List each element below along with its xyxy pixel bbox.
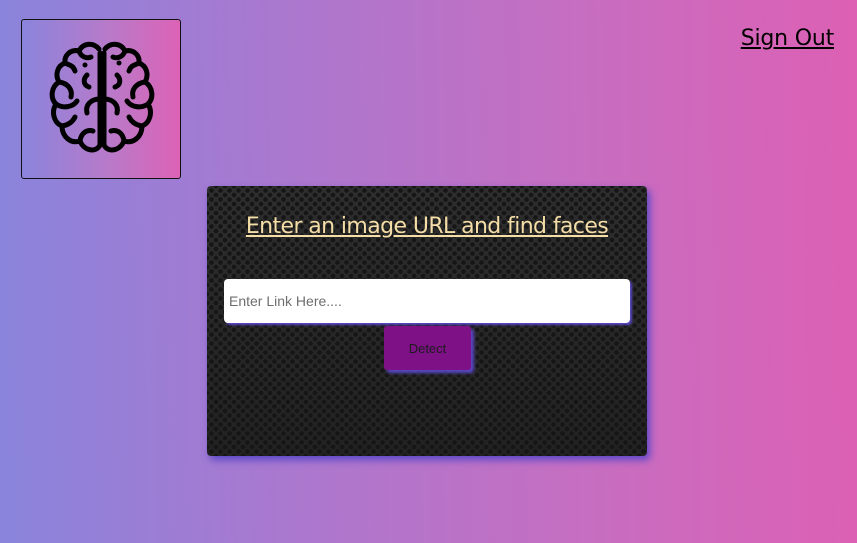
card-title: Enter an image URL and find faces (245, 214, 609, 239)
sign-out-link[interactable]: Sign Out (741, 26, 834, 51)
brain-icon (49, 41, 155, 153)
logo (21, 19, 181, 179)
image-url-input[interactable] (224, 279, 630, 323)
detect-button[interactable]: Detect (384, 326, 471, 370)
image-url-card: Enter an image URL and find faces Detect (207, 186, 647, 456)
